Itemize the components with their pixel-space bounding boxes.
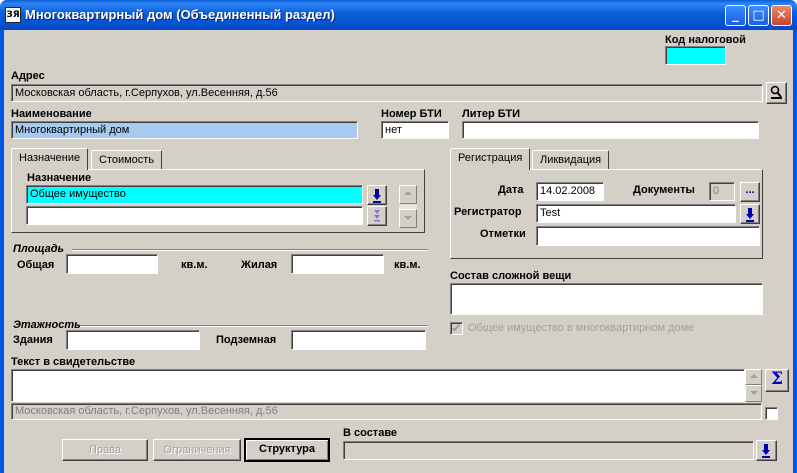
in-composition-label: В составе (343, 427, 398, 439)
common-property-label: Общее имущество в многоквартирном доме (468, 322, 695, 334)
address-lookup-button[interactable] (766, 82, 787, 104)
close-button[interactable]: ✕ (771, 5, 792, 26)
chevron-down-icon (750, 391, 758, 395)
area-total-unit: кв.м. (181, 259, 208, 271)
bti-number-field[interactable]: нет (381, 121, 449, 139)
purpose-dropdown-button[interactable] (367, 185, 387, 205)
purpose-secondary-dropdown-button[interactable] (367, 206, 387, 226)
purpose-field-secondary[interactable] (26, 206, 363, 225)
tab-registration[interactable]: Регистрация (450, 148, 531, 170)
bti-letter-label: Литер БТИ (462, 108, 521, 120)
chevron-down-icon (404, 216, 412, 220)
complex-thing-label: Состав сложной вещи (450, 270, 572, 282)
area-living-label: Жилая (241, 259, 278, 271)
tab-purpose[interactable]: Назначение (11, 148, 89, 170)
tax-code-field[interactable] (665, 46, 726, 65)
tax-code-label: Код налоговой (665, 34, 746, 46)
purpose-scroll-up[interactable] (399, 185, 417, 204)
address-label: Адрес (11, 70, 45, 82)
purpose-field[interactable]: Общее имущество (26, 185, 363, 204)
certificate-text-label: Текст в свидетельстве (11, 356, 136, 368)
registrar-label: Регистратор (454, 206, 522, 218)
area-total-label: Общая (17, 259, 55, 271)
floors-divider (80, 325, 428, 327)
restrictions-button[interactable]: Ограничения (153, 439, 241, 461)
complex-thing-field[interactable] (450, 283, 763, 315)
rights-button[interactable]: Права (62, 439, 148, 461)
notes-field[interactable] (536, 226, 760, 246)
bti-number-label: Номер БТИ (381, 108, 442, 120)
chevron-up-icon (404, 191, 412, 195)
arrow-down-icon (762, 444, 770, 458)
registrar-dropdown-button[interactable] (740, 204, 760, 224)
floors-building-field[interactable] (66, 330, 200, 350)
certificate-text-field[interactable] (11, 369, 745, 402)
tab-liquidation[interactable]: Ликвидация (532, 150, 610, 170)
notes-label: Отметки (480, 228, 526, 240)
floors-underground-label: Подземная (216, 334, 277, 346)
area-living-unit: кв.м. (394, 259, 421, 271)
bti-letter-field[interactable] (462, 121, 759, 139)
magnifier-icon (770, 85, 782, 99)
name-field[interactable]: Многоквартирный дом (11, 121, 358, 139)
purpose-label: Назначение (27, 172, 92, 184)
title-bar[interactable]: ЗЯ Многоквартирный дом (Объединенный раз… (0, 0, 797, 30)
name-label: Наименование (11, 108, 92, 120)
documents-button[interactable]: ... (740, 182, 760, 202)
area-living-field[interactable] (291, 254, 384, 274)
window-title: Многоквартирный дом (Объединенный раздел… (25, 7, 335, 22)
area-group-label: Площадь (13, 243, 65, 255)
maximize-button[interactable]: □ (748, 5, 769, 26)
documents-label: Документы (633, 184, 695, 196)
form-body: Код налоговой Адрес Московская область, … (4, 30, 793, 473)
check-icon (451, 322, 461, 332)
certificate-scroll-down[interactable] (745, 385, 762, 402)
common-property-checkbox[interactable] (450, 322, 463, 335)
date-label: Дата (498, 184, 524, 196)
in-composition-field[interactable] (343, 441, 754, 460)
area-divider (72, 249, 428, 251)
tab-cost[interactable]: Стоимость (91, 150, 163, 170)
floors-underground-field[interactable] (291, 330, 426, 350)
registrar-field[interactable]: Test (536, 204, 736, 223)
certificate-address-field[interactable]: Московская область, г.Серпухов, ул.Весен… (11, 403, 762, 420)
purpose-scroll-down[interactable] (399, 209, 417, 228)
date-field[interactable]: 14.02.2008 (536, 182, 604, 201)
arrow-down-icon (373, 189, 381, 203)
arrow-down-icon (746, 208, 754, 222)
certificate-scroll-up[interactable] (745, 369, 762, 385)
area-total-field[interactable] (66, 254, 158, 274)
registration-tab-panel: Дата 14.02.2008 Документы 0 ... Регистра… (450, 169, 763, 259)
structure-button[interactable]: Структура (244, 438, 330, 462)
app-window: ЗЯ Многоквартирный дом (Объединенный раз… (0, 0, 797, 473)
app-icon: ЗЯ (5, 7, 21, 23)
purpose-tab-panel: Назначение Общее имущество (11, 169, 425, 233)
address-field[interactable]: Московская область, г.Серпухов, ул.Весен… (11, 84, 763, 102)
sum-button[interactable]: Σ (765, 369, 789, 392)
documents-count-field: 0 (709, 182, 735, 201)
floors-building-label: Здания (13, 334, 53, 346)
arrows-down-icon (374, 210, 380, 222)
chevron-up-icon (750, 374, 758, 378)
minimize-button[interactable]: _ (725, 5, 746, 26)
in-composition-dropdown-button[interactable] (756, 440, 777, 461)
certificate-checkbox[interactable] (765, 407, 778, 420)
